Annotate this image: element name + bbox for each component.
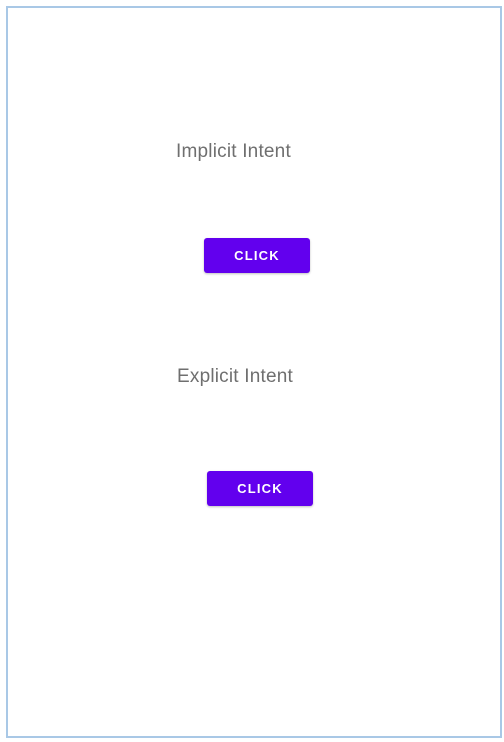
app-screen: Implicit Intent CLICK Explicit Intent CL… [6,6,502,738]
implicit-intent-label: Implicit Intent [176,141,291,162]
explicit-intent-label: Explicit Intent [177,366,293,387]
implicit-intent-click-button[interactable]: CLICK [204,238,310,273]
explicit-intent-click-button[interactable]: CLICK [207,471,313,506]
